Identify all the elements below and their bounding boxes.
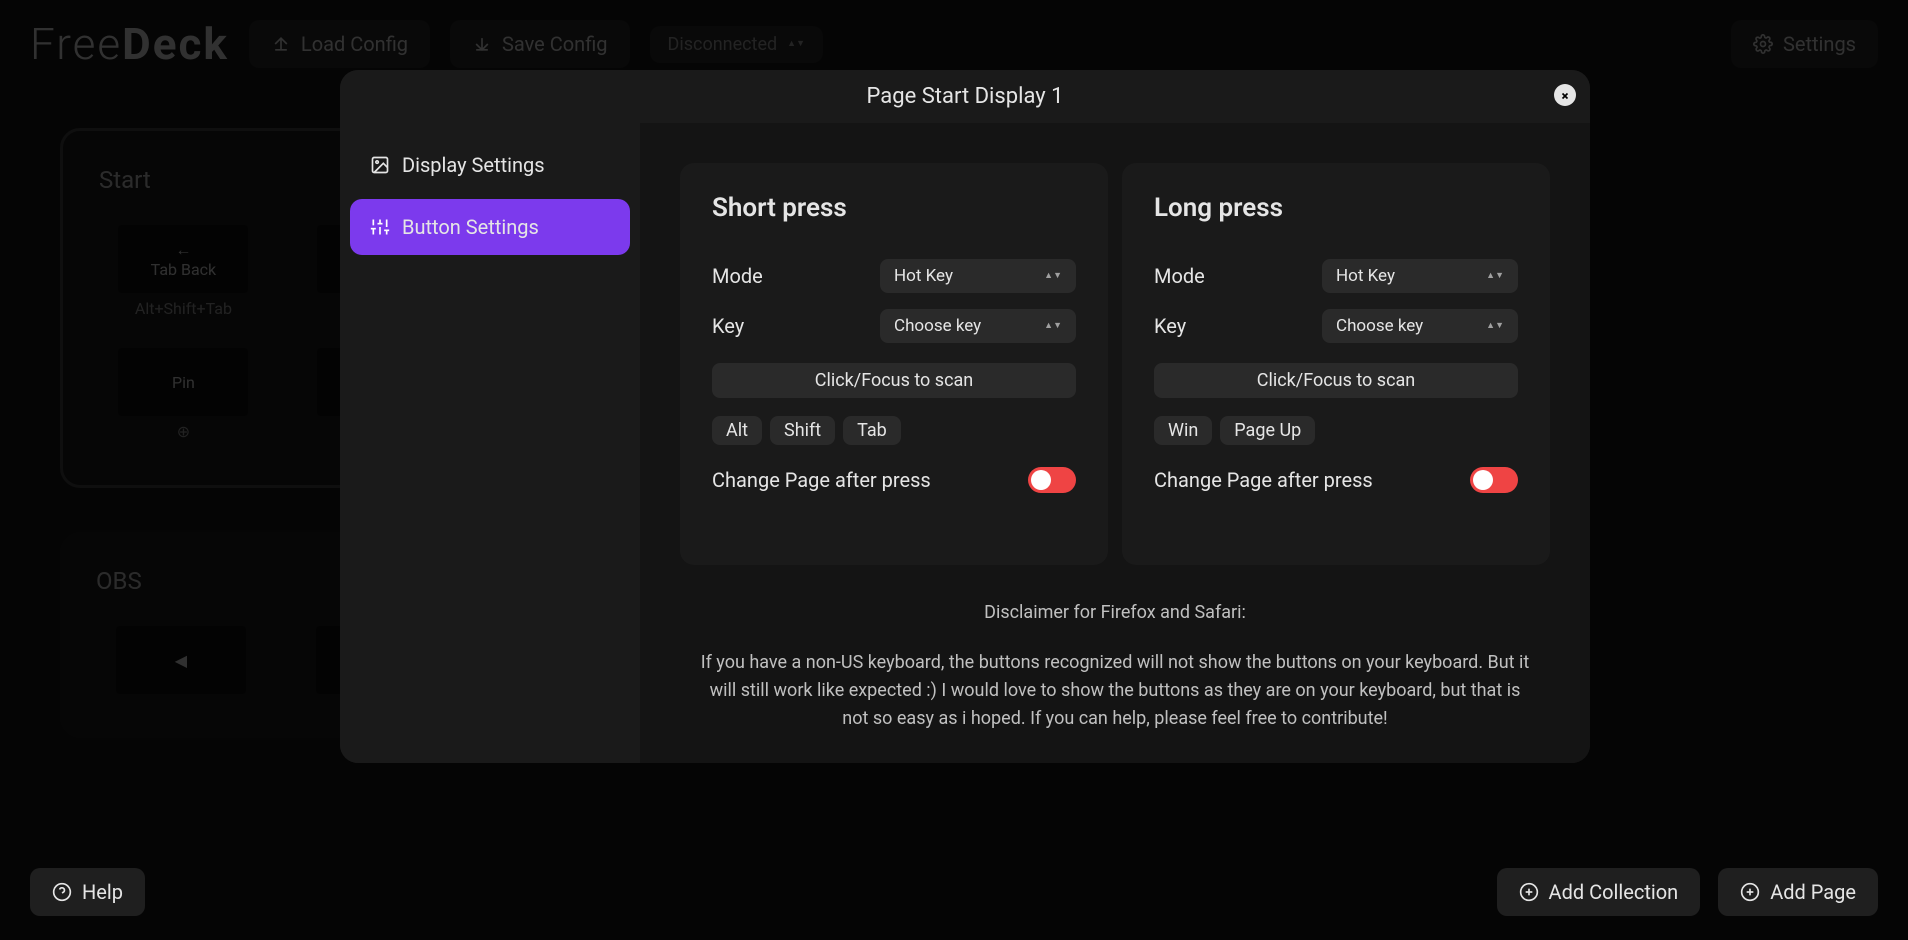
modal-header: Page Start Display 1	[340, 70, 1590, 123]
sidebar-item-button-settings[interactable]: Button Settings	[350, 199, 630, 255]
long-press-title: Long press	[1154, 193, 1518, 223]
select-value: Hot Key	[1336, 266, 1395, 286]
help-button[interactable]: Help	[30, 868, 145, 916]
select-value: Choose key	[1336, 316, 1423, 336]
add-collection-button[interactable]: Add Collection	[1497, 868, 1701, 916]
key-badge[interactable]: Alt	[712, 416, 762, 445]
short-press-panel: Short press Mode Hot Key ▲▼ Key Choose k…	[680, 163, 1108, 565]
add-page-label: Add Page	[1770, 880, 1856, 904]
long-mode-select[interactable]: Hot Key ▲▼	[1322, 259, 1518, 293]
sidebar-item-display-settings[interactable]: Display Settings	[350, 137, 630, 193]
long-change-page-toggle[interactable]	[1470, 467, 1518, 493]
disclaimer: Disclaimer for Firefox and Safari: If yo…	[680, 599, 1550, 733]
long-key-select[interactable]: Choose key ▲▼	[1322, 309, 1518, 343]
sidebar-label: Button Settings	[402, 215, 539, 239]
plus-circle-icon	[1519, 882, 1539, 902]
short-scan-button[interactable]: Click/Focus to scan	[712, 363, 1076, 398]
short-press-title: Short press	[712, 193, 1076, 223]
modal-sidebar: Display Settings Button Settings	[340, 123, 640, 763]
key-badge[interactable]: Win	[1154, 416, 1212, 445]
modal-content: Short press Mode Hot Key ▲▼ Key Choose k…	[640, 123, 1590, 763]
disclaimer-body: If you have a non-US keyboard, the butto…	[698, 649, 1532, 733]
disclaimer-title: Disclaimer for Firefox and Safari:	[698, 599, 1532, 627]
plus-circle-icon	[1740, 882, 1760, 902]
chevron-updown-icon: ▲▼	[1486, 272, 1504, 280]
long-key-badges: Win Page Up	[1154, 416, 1518, 445]
display-settings-modal: Page Start Display 1 Display Settings Bu…	[340, 70, 1590, 763]
select-value: Hot Key	[894, 266, 953, 286]
chevron-updown-icon: ▲▼	[1044, 322, 1062, 330]
modal-title: Page Start Display 1	[867, 84, 1064, 109]
select-value: Choose key	[894, 316, 981, 336]
change-page-label: Change Page after press	[712, 468, 931, 492]
chevron-updown-icon: ▲▼	[1044, 272, 1062, 280]
help-label: Help	[82, 880, 123, 904]
help-icon	[52, 882, 72, 902]
long-press-panel: Long press Mode Hot Key ▲▼ Key Choose ke…	[1122, 163, 1550, 565]
key-label: Key	[1154, 314, 1186, 338]
sidebar-label: Display Settings	[402, 153, 545, 177]
key-badge[interactable]: Tab	[843, 416, 901, 445]
add-page-button[interactable]: Add Page	[1718, 868, 1878, 916]
sliders-icon	[370, 217, 390, 237]
chevron-updown-icon: ▲▼	[1486, 322, 1504, 330]
image-icon	[370, 155, 390, 175]
key-badge[interactable]: Page Up	[1220, 416, 1315, 445]
short-change-page-toggle[interactable]	[1028, 467, 1076, 493]
change-page-label: Change Page after press	[1154, 468, 1373, 492]
long-scan-button[interactable]: Click/Focus to scan	[1154, 363, 1518, 398]
short-mode-select[interactable]: Hot Key ▲▼	[880, 259, 1076, 293]
close-icon	[1560, 86, 1570, 105]
short-key-select[interactable]: Choose key ▲▼	[880, 309, 1076, 343]
mode-label: Mode	[1154, 264, 1205, 288]
add-collection-label: Add Collection	[1549, 880, 1679, 904]
key-badge[interactable]: Shift	[770, 416, 835, 445]
short-key-badges: Alt Shift Tab	[712, 416, 1076, 445]
mode-label: Mode	[712, 264, 763, 288]
close-button[interactable]	[1554, 84, 1576, 106]
key-label: Key	[712, 314, 744, 338]
